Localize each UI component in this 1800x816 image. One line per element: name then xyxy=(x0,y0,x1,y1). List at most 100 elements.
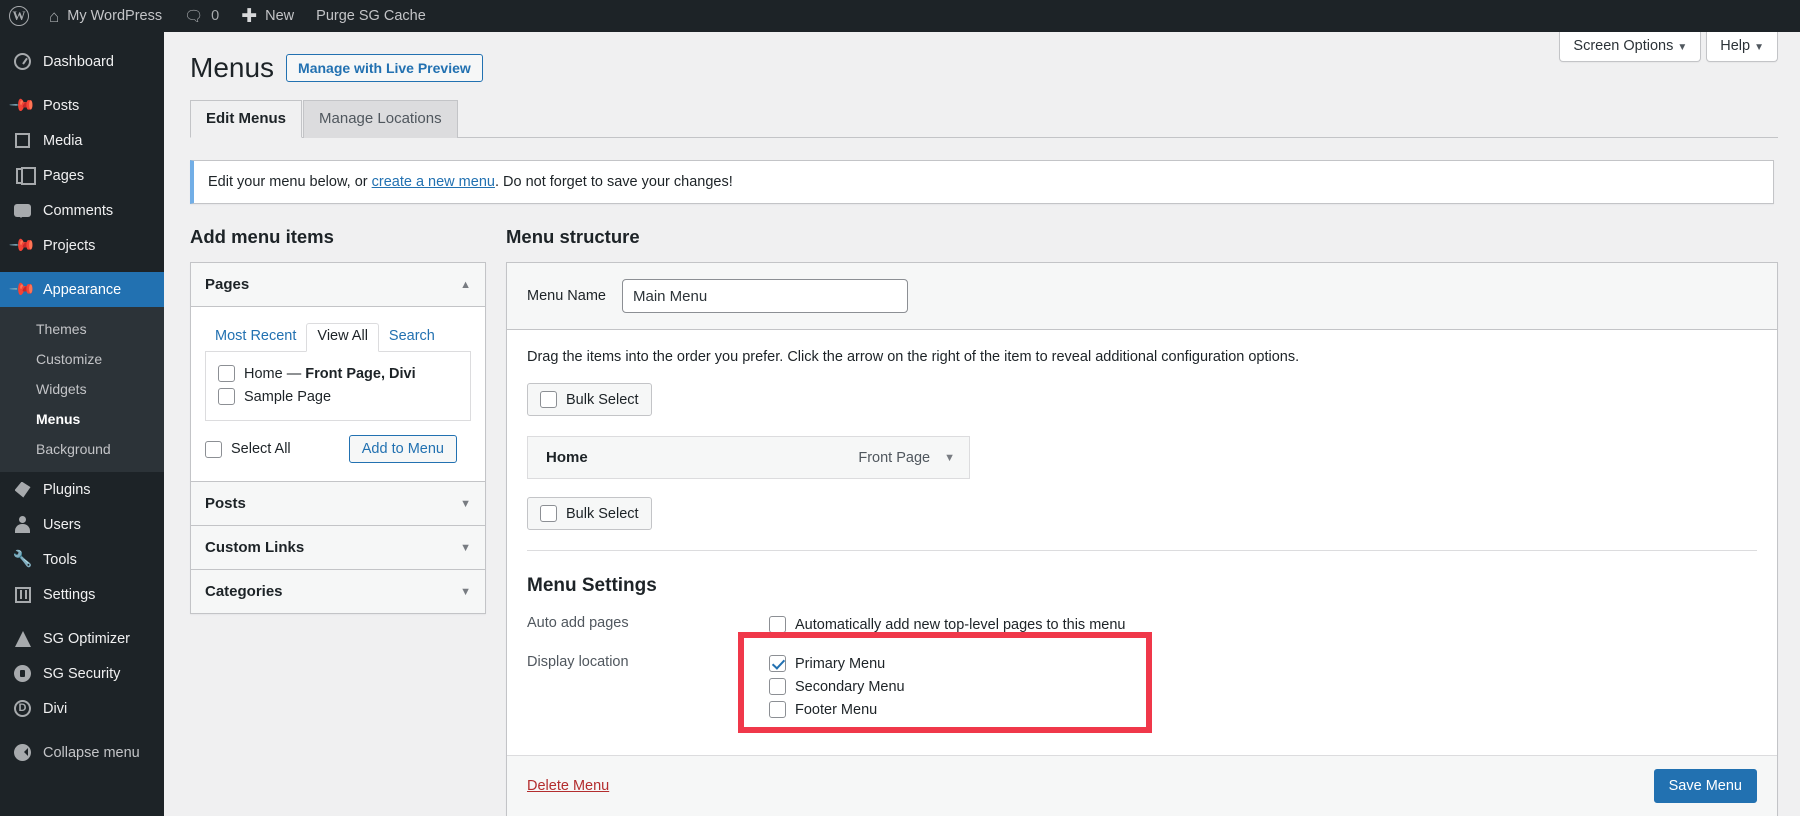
menu-structure-hint: Drag the items into the order you prefer… xyxy=(527,349,1757,365)
divi-icon: D xyxy=(12,700,33,717)
screen-options-label: Screen Options xyxy=(1573,38,1673,54)
create-new-menu-link[interactable]: create a new menu xyxy=(372,174,495,190)
location-primary-menu-checkbox[interactable] xyxy=(769,655,786,672)
sg-optimizer-icon xyxy=(12,631,33,647)
sidebar-item-sg-security[interactable]: SG Security xyxy=(0,656,164,691)
list-item[interactable]: Home — Front Page, Divi xyxy=(218,362,458,385)
user-icon xyxy=(12,516,33,533)
pages-accordion-header[interactable]: Pages ▲ xyxy=(191,263,485,307)
page-label-bold: Front Page, Divi xyxy=(305,366,415,382)
posts-accordion-title: Posts xyxy=(205,495,246,512)
settings-sliders-icon xyxy=(12,587,33,603)
select-all-checkbox[interactable] xyxy=(205,441,222,458)
bulk-select-checkbox[interactable] xyxy=(540,391,557,408)
sidebar-item-pages[interactable]: Pages xyxy=(0,158,164,193)
menu-item-title: Home xyxy=(546,449,588,466)
location-secondary-menu-row[interactable]: Secondary Menu xyxy=(769,675,1757,698)
sidebar-item-label: Divi xyxy=(43,701,67,717)
menu-name-row: Menu Name xyxy=(507,263,1777,330)
tab-manage-locations[interactable]: Manage Locations xyxy=(303,100,458,138)
sidebar-subitem-themes[interactable]: Themes xyxy=(0,314,164,344)
media-icon xyxy=(12,133,33,148)
notice-prefix: Edit your menu below, or xyxy=(208,174,372,190)
sidebar-item-plugins[interactable]: Plugins xyxy=(0,472,164,507)
tab-search[interactable]: Search xyxy=(379,324,445,351)
menu-structure-panel: Menu Name Drag the items into the order … xyxy=(506,262,1778,816)
display-location-options: Primary Menu Secondary Menu Footer Menu xyxy=(769,652,1757,721)
pages-icon xyxy=(12,168,33,184)
bulk-select-bottom-button[interactable]: Bulk Select xyxy=(527,497,652,530)
adminbar-new-label: New xyxy=(265,8,294,24)
list-item[interactable]: Sample Page xyxy=(218,385,458,408)
page-title: Menus xyxy=(190,50,274,86)
auto-add-pages-checkbox[interactable] xyxy=(769,616,786,633)
manage-with-live-preview-button[interactable]: Manage with Live Preview xyxy=(286,54,483,82)
bulk-select-top-button[interactable]: Bulk Select xyxy=(527,383,652,416)
sidebar-subitem-menus[interactable]: Menus xyxy=(0,404,164,434)
sidebar-item-users[interactable]: Users xyxy=(0,507,164,542)
wordpress-logo-icon: W xyxy=(9,6,29,26)
sidebar-item-divi[interactable]: D Divi xyxy=(0,691,164,726)
dashboard-icon xyxy=(12,53,33,70)
screen-options-button[interactable]: Screen Options▼ xyxy=(1559,32,1701,62)
page-checkbox[interactable] xyxy=(218,365,235,382)
chevron-down-icon[interactable]: ▼ xyxy=(944,452,955,464)
tab-most-recent[interactable]: Most Recent xyxy=(205,324,306,351)
tab-view-all[interactable]: View All xyxy=(306,323,379,352)
sidebar-item-label: Settings xyxy=(43,587,95,603)
notice-suffix: . Do not forget to save your changes! xyxy=(495,174,733,190)
location-footer-menu-row[interactable]: Footer Menu xyxy=(769,698,1757,721)
pin-icon: 📌 xyxy=(12,97,33,114)
adminbar-purge-sg-cache[interactable]: Purge SG Cache xyxy=(305,0,437,32)
pages-accordion-footer: Select All Add to Menu xyxy=(205,421,471,467)
menu-item-row-home[interactable]: Home Front Page ▼ xyxy=(527,436,970,479)
sidebar-item-settings[interactable]: Settings xyxy=(0,577,164,612)
adminbar-new[interactable]: ✚ New xyxy=(230,0,305,32)
sidebar-item-sg-optimizer[interactable]: SG Optimizer xyxy=(0,621,164,656)
adminbar-wp-logo[interactable]: W xyxy=(0,0,38,32)
auto-add-pages-checkbox-label: Automatically add new top-level pages to… xyxy=(795,617,1125,633)
sidebar-item-media[interactable]: Media xyxy=(0,123,164,158)
sidebar-item-comments[interactable]: Comments xyxy=(0,193,164,228)
sidebar-item-label: Media xyxy=(43,133,83,149)
help-label: Help xyxy=(1720,38,1750,54)
sidebar-collapse-menu[interactable]: Collapse menu xyxy=(0,735,164,770)
sidebar-item-appearance[interactable]: 📌 Appearance xyxy=(0,272,164,307)
plus-icon: ✚ xyxy=(241,7,257,26)
save-menu-button[interactable]: Save Menu xyxy=(1654,769,1757,803)
categories-accordion-header[interactable]: Categories ▼ xyxy=(191,570,485,613)
sidebar-subitem-customize[interactable]: Customize xyxy=(0,344,164,374)
menu-notice: Edit your menu below, or create a new me… xyxy=(190,160,1774,204)
tab-edit-menus[interactable]: Edit Menus xyxy=(190,100,302,138)
sidebar-item-projects[interactable]: 📌 Projects xyxy=(0,228,164,263)
menu-name-input[interactable] xyxy=(622,279,908,313)
sidebar-item-dashboard[interactable]: Dashboard xyxy=(0,44,164,79)
pages-inner-tabs: Most Recent View All Search xyxy=(205,323,471,352)
help-button[interactable]: Help▼ xyxy=(1706,32,1778,62)
adminbar-site-name[interactable]: ⌂ My WordPress xyxy=(38,0,173,32)
main-content: Screen Options▼ Help▼ Menus Manage with … xyxy=(164,32,1800,816)
location-footer-menu-checkbox[interactable] xyxy=(769,701,786,718)
sidebar-subitem-widgets[interactable]: Widgets xyxy=(0,374,164,404)
sidebar-item-label: Tools xyxy=(43,552,77,568)
add-to-menu-button[interactable]: Add to Menu xyxy=(349,435,457,463)
bulk-select-label: Bulk Select xyxy=(566,392,639,408)
collapse-arrow-icon xyxy=(12,744,33,761)
sidebar-item-tools[interactable]: 🔧 Tools xyxy=(0,542,164,577)
custom-links-accordion-header[interactable]: Custom Links ▼ xyxy=(191,526,485,570)
page-checkbox[interactable] xyxy=(218,388,235,405)
sidebar-item-posts[interactable]: 📌 Posts xyxy=(0,88,164,123)
add-menu-items-column: Add menu items Pages ▲ Most Recent View … xyxy=(190,226,486,816)
posts-accordion-header[interactable]: Posts ▼ xyxy=(191,481,485,526)
bulk-select-checkbox[interactable] xyxy=(540,505,557,522)
select-all-row[interactable]: Select All xyxy=(205,438,291,461)
location-secondary-menu-checkbox[interactable] xyxy=(769,678,786,695)
nav-tabs: Edit Menus Manage Locations xyxy=(190,100,1778,138)
adminbar-comments[interactable]: 🗨 0 xyxy=(173,0,230,32)
delete-menu-link[interactable]: Delete Menu xyxy=(527,778,609,794)
bulk-select-label: Bulk Select xyxy=(566,506,639,522)
location-primary-menu-row[interactable]: Primary Menu xyxy=(769,652,1757,675)
auto-add-pages-checkbox-row[interactable]: Automatically add new top-level pages to… xyxy=(769,613,1757,636)
sidebar-subitem-background[interactable]: Background xyxy=(0,434,164,464)
sidebar-item-label: SG Security xyxy=(43,666,120,682)
